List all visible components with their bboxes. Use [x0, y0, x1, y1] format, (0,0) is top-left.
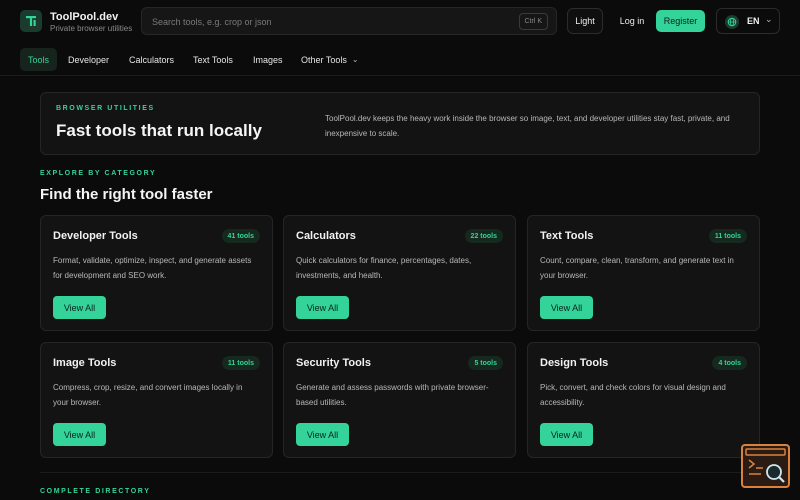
tool-count-badge: 11 tools — [708, 229, 747, 243]
tool-count-badge: 11 tools — [221, 356, 260, 370]
brand-tagline: Private browser utilities — [50, 24, 133, 33]
card-title: Security Tools — [296, 357, 371, 369]
card-title: Design Tools — [540, 357, 609, 369]
view-all-button[interactable]: View All — [296, 423, 349, 446]
hero-eyebrow: BROWSER UTILITIES — [56, 105, 155, 112]
search-input[interactable] — [152, 14, 512, 30]
card-title: Text Tools — [540, 230, 594, 242]
card-description: Generate and assess passwords with priva… — [296, 383, 489, 407]
nav-item-label: Other Tools — [301, 54, 347, 65]
tool-count-badge: 22 tools — [464, 229, 503, 243]
nav-item-label: Calculators — [129, 54, 175, 65]
card-description: Compress, crop, resize, and convert imag… — [53, 383, 243, 407]
language-selector[interactable]: EN ⌄ — [716, 8, 780, 34]
view-all-button[interactable]: View All — [540, 423, 593, 446]
chevron-down-icon: ⌄ — [765, 14, 773, 24]
login-link[interactable]: Log in — [612, 8, 652, 34]
chevron-down-icon: ⌄ — [351, 55, 359, 64]
category-card-security-tools: Security Tools 5 tools Generate and asse… — [283, 342, 516, 458]
hero-title: Fast tools that run locally — [56, 121, 262, 140]
floating-tool-button[interactable] — [741, 444, 790, 488]
nav-item-tools[interactable]: Tools — [20, 48, 58, 71]
card-title: Image Tools — [53, 357, 117, 369]
card-description: Quick calculators for finance, percentag… — [296, 256, 472, 280]
tool-count-badge: 5 tools — [468, 356, 503, 370]
category-card-text-tools: Text Tools 11 tools Count, compare, clea… — [527, 215, 760, 331]
nav-item-text-tools[interactable]: Text Tools — [185, 48, 241, 71]
globe-icon — [725, 15, 739, 29]
category-card-design-tools: Design Tools 4 tools Pick, convert, and … — [527, 342, 760, 458]
logo-icon[interactable] — [20, 10, 42, 32]
nav-item-label: Images — [253, 54, 283, 65]
card-description: Format, validate, optimize, inspect, and… — [53, 256, 252, 280]
theme-toggle-button[interactable]: Light — [567, 8, 603, 34]
category-card-calculators: Calculators 22 tools Quick calculators f… — [283, 215, 516, 331]
card-title: Calculators — [296, 230, 356, 242]
top-header: ToolPool.dev Private browser utilities C… — [0, 0, 800, 42]
tool-count-badge: 4 tools — [712, 356, 747, 370]
nav-item-label: Tools — [28, 54, 50, 65]
toolpool-logo-icon — [26, 16, 36, 26]
view-all-button[interactable]: View All — [540, 296, 593, 319]
nav-item-images[interactable]: Images — [245, 48, 291, 71]
nav-item-calculators[interactable]: Calculators — [121, 48, 182, 71]
category-card-developer-tools: Developer Tools 41 tools Format, validat… — [40, 215, 273, 331]
explore-eyebrow: EXPLORE BY CATEGORY — [40, 170, 157, 177]
nav-item-developer[interactable]: Developer — [60, 48, 117, 71]
view-all-button[interactable]: View All — [53, 296, 106, 319]
nav-item-label: Developer — [68, 54, 110, 65]
brand-name[interactable]: ToolPool.dev — [50, 11, 118, 23]
explore-title: Find the right tool faster — [40, 186, 213, 203]
search-shortcut-badge: Ctrl K — [518, 13, 548, 30]
register-button[interactable]: Register — [656, 10, 705, 32]
directory-eyebrow: COMPLETE DIRECTORY — [40, 488, 151, 495]
terminal-search-icon — [745, 448, 786, 483]
search-box[interactable]: Ctrl K — [141, 7, 557, 35]
hero-description: ToolPool.dev keeps the heavy work inside… — [325, 114, 730, 138]
hero-banner: BROWSER UTILITIES Fast tools that run lo… — [40, 92, 760, 155]
main-nav: Tools Developer Calculators Text Tools I… — [0, 42, 800, 76]
nav-item-label: Text Tools — [193, 54, 233, 65]
category-card-image-tools: Image Tools 11 tools Compress, crop, res… — [40, 342, 273, 458]
view-all-button[interactable]: View All — [296, 296, 349, 319]
section-divider — [40, 472, 760, 473]
language-code: EN — [747, 16, 760, 26]
view-all-button[interactable]: View All — [53, 423, 106, 446]
card-title: Developer Tools — [53, 230, 138, 242]
card-description: Count, compare, clean, transform, and ge… — [540, 256, 734, 280]
tool-count-badge: 41 tools — [221, 229, 260, 243]
nav-item-other-tools[interactable]: Other Tools ⌄ — [293, 48, 367, 71]
card-description: Pick, convert, and check colors for visu… — [540, 383, 726, 407]
